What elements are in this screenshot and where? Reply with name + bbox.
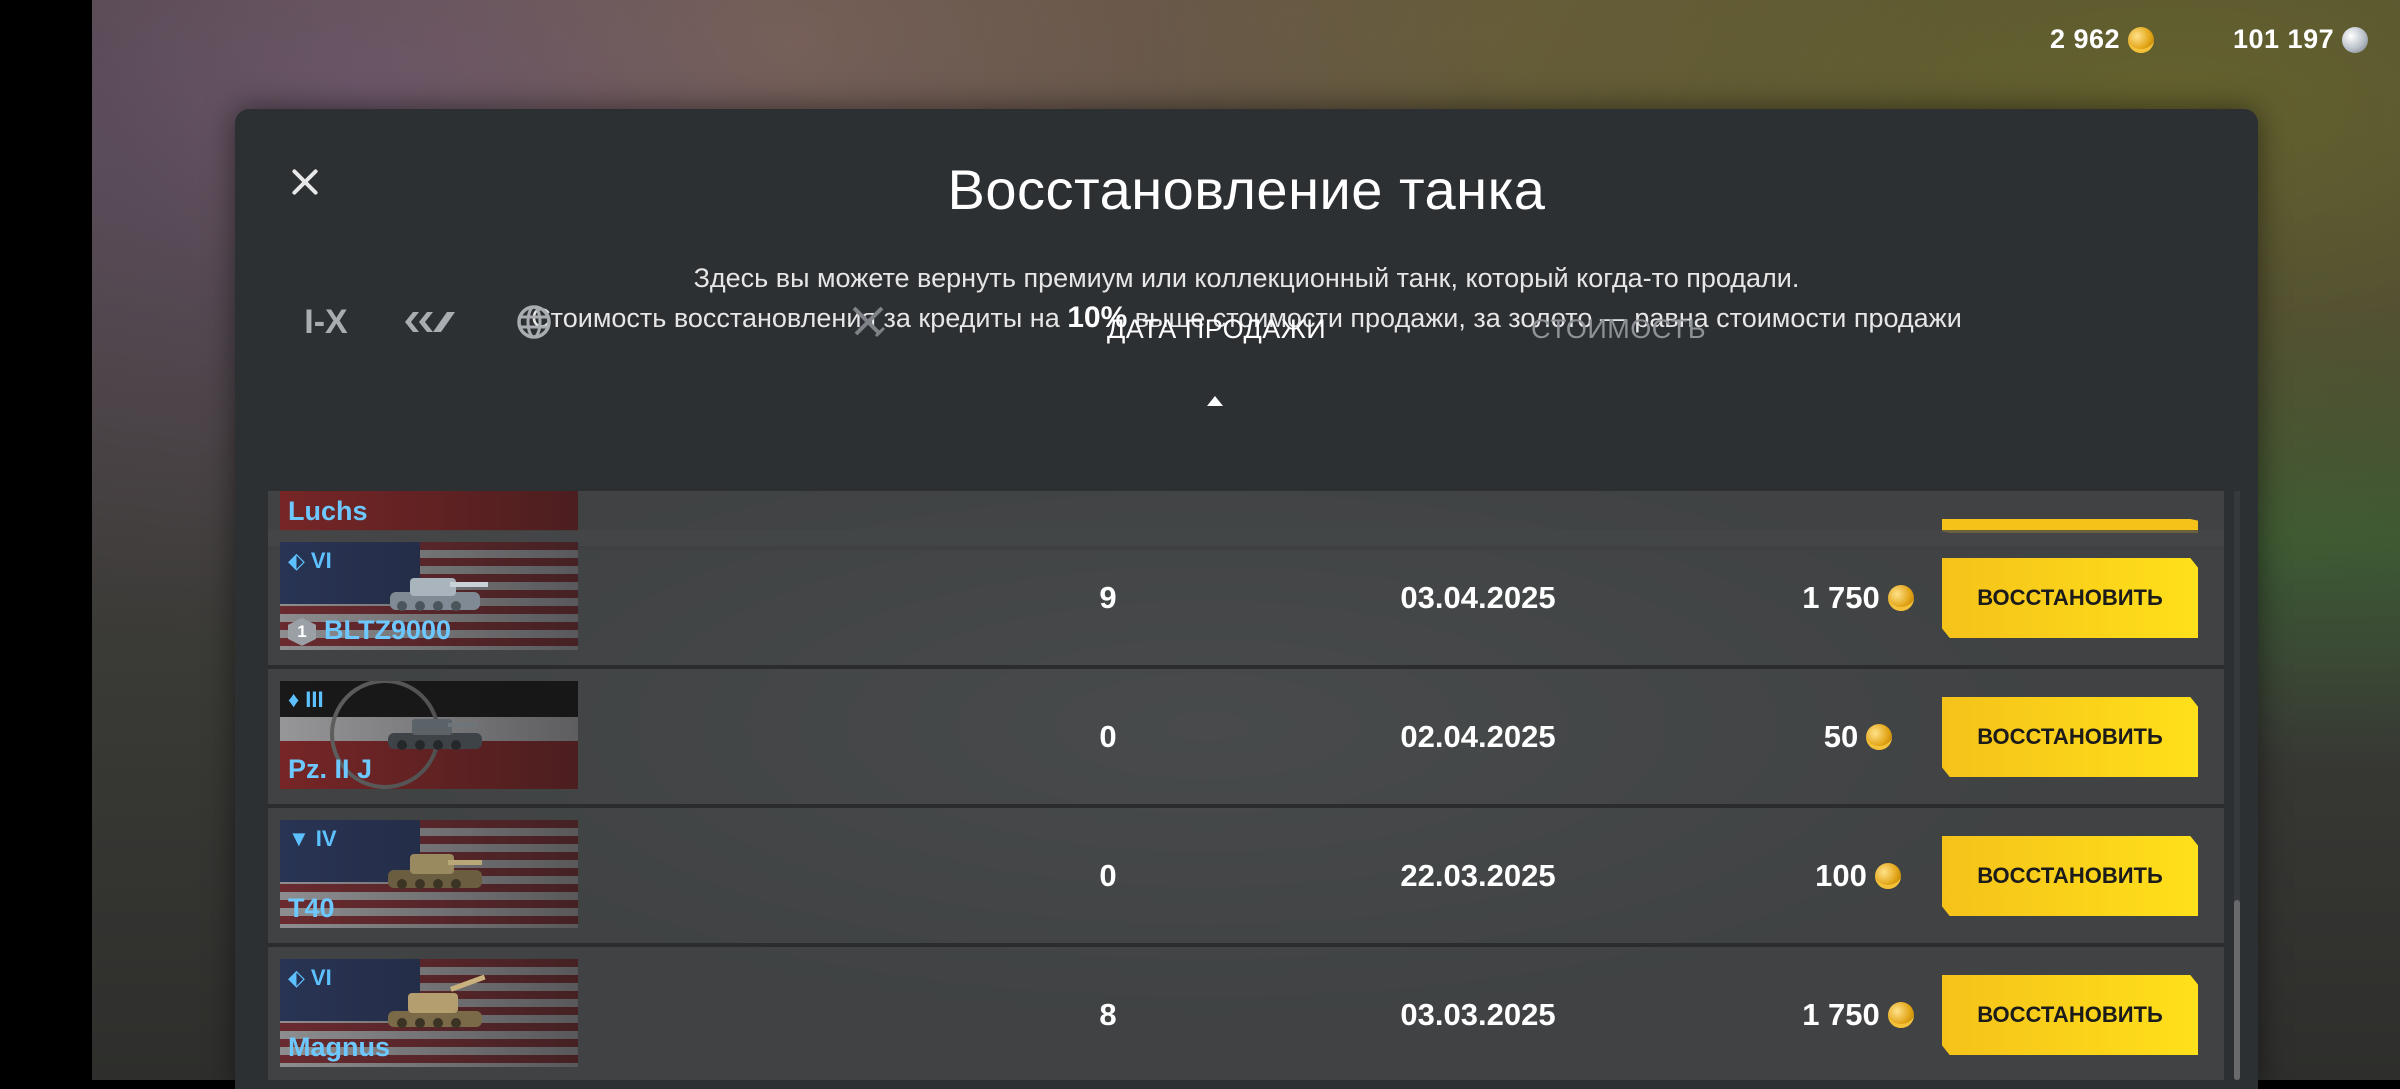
sale-date: 03.03.2025 — [1400, 996, 1556, 1032]
tank-name: T40 — [288, 893, 335, 923]
tier-label: ⬖ VI — [288, 965, 332, 990]
price-value: 50 — [1823, 718, 1859, 754]
tank-card[interactable]: ⬖ VI Magnus — [280, 959, 578, 1067]
silver-balance[interactable]: 101 197 — [2233, 24, 2369, 55]
tier-label: ▼ IV — [288, 826, 337, 851]
screen-edge — [0, 0, 92, 1080]
sale-date: 03.04.2025 — [1400, 579, 1556, 615]
tank-destroyer-icon: ▼ — [288, 826, 310, 851]
tank-name: Luchs — [288, 496, 368, 526]
tank-card[interactable]: ♦ III Pz. II J — [280, 681, 578, 789]
premium-tank-icon: ⬖ — [288, 965, 305, 990]
tank-image — [390, 578, 488, 611]
tank-type-icon — [405, 312, 455, 332]
tank-name: Magnus — [288, 1032, 391, 1062]
restore-button[interactable]: ВОССТАНОВИТЬ — [1942, 975, 2198, 1055]
restore-button[interactable]: ВОССТАНОВИТЬ — [1942, 836, 2198, 916]
sale-date: 02.04.2025 — [1400, 718, 1556, 754]
tier-label: ⬖ VI — [288, 548, 332, 573]
globe-icon — [517, 305, 551, 339]
sold-tanks-list: Luchs ⬖ VI 1 BLTZ9000 9 03.04.2025 1 750… — [268, 491, 2224, 1080]
scrollbar-thumb[interactable] — [2234, 900, 2240, 1080]
battles-count: 0 — [1099, 857, 1117, 893]
battles-count: 0 — [1099, 718, 1117, 754]
dialog-description-line1: Здесь вы можете вернуть премиум или колл… — [693, 263, 1800, 293]
price-value: 1 750 — [1802, 579, 1880, 615]
gold-coin-icon — [1874, 862, 1901, 889]
silver-amount: 101 197 — [2233, 24, 2335, 54]
mastery-badge-icon: 1 — [288, 617, 316, 646]
silver-coin-icon — [2342, 26, 2369, 53]
price-value: 1 750 — [1802, 996, 1880, 1032]
battles-count: 8 — [1099, 996, 1117, 1032]
crossed-swords-icon — [852, 306, 886, 338]
gold-amount: 2 962 — [2050, 24, 2121, 54]
sort-by-price-header[interactable]: СТОИМОСТЬ — [1531, 314, 1706, 345]
tank-card[interactable]: Luchs — [280, 491, 578, 531]
nation-filter-icon[interactable] — [512, 300, 556, 344]
tank-image — [388, 719, 482, 750]
tank-name: Pz. II J — [288, 754, 373, 784]
tank-type-filter-icon[interactable] — [402, 300, 458, 344]
sort-by-date-header[interactable]: ДАТА ПРОДАЖИ — [1107, 314, 1326, 345]
gold-coin-icon — [1866, 723, 1893, 750]
tank-name: BLTZ9000 — [324, 615, 452, 645]
light-tank-icon: ♦ — [288, 687, 300, 712]
restore-button[interactable]: ВОССТАНОВИТЬ — [1942, 558, 2198, 638]
tank-image — [388, 854, 482, 889]
dialog-title: Восстановление танка — [947, 158, 1546, 221]
list-item: ▼ IV T40 0 22.03.2025 100 ВОССТАНОВИТЬ — [268, 808, 2224, 947]
sale-date: 22.03.2025 — [1400, 857, 1556, 893]
tank-image — [388, 974, 486, 1028]
tier-filter-button[interactable]: I-X — [300, 300, 352, 344]
tier-filter-label: I-X — [304, 302, 348, 341]
description-text: Стоимость восстановления за кредиты на — [531, 303, 1068, 333]
gold-balance[interactable]: 2 962 — [2050, 24, 2155, 55]
list-item: ⬖ VI 1 BLTZ9000 9 03.04.2025 1 750 ВОССТА… — [268, 530, 2224, 669]
restore-button[interactable]: ВОССТАНОВИТЬ — [1942, 697, 2198, 777]
sort-ascending-icon — [1207, 396, 1223, 406]
gold-coin-icon — [2128, 26, 2155, 53]
list-item: ♦ III Pz. II J 0 02.04.2025 50 ВОССТАНОВ… — [268, 669, 2224, 808]
battles-sort-icon[interactable] — [846, 300, 890, 344]
list-item: ⬖ VI Magnus 8 03.03.2025 1 750 ВОССТАНОВ… — [268, 947, 2224, 1080]
gold-coin-icon — [1887, 584, 1914, 611]
tier-label: ♦ III — [288, 687, 324, 712]
battles-count: 9 — [1099, 579, 1117, 615]
tank-name-container: 1 BLTZ9000 — [288, 615, 451, 646]
price-value: 100 — [1815, 857, 1867, 893]
tank-card[interactable]: ▼ IV T40 — [280, 820, 578, 928]
gold-coin-icon — [1887, 1001, 1914, 1028]
tank-card[interactable]: ⬖ VI 1 BLTZ9000 — [280, 542, 578, 650]
premium-tank-icon: ⬖ — [288, 548, 305, 573]
